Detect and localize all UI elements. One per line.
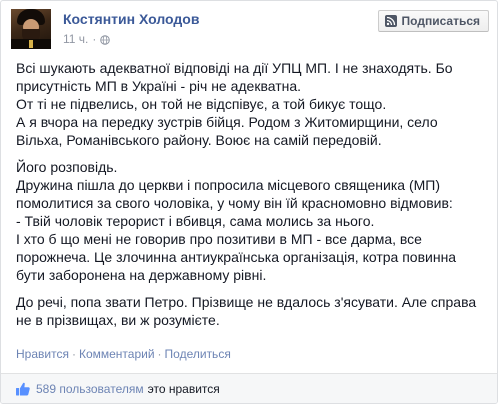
likes-summary: 589 пользователям это нравится bbox=[1, 373, 497, 403]
subscribe-button[interactable]: Подписаться bbox=[377, 10, 489, 32]
action-separator: · bbox=[71, 347, 76, 361]
post-paragraph-3: До речі, попа звати Петро. Прізвище не в… bbox=[16, 293, 486, 329]
post-text: Всі шукають адекватної відповіді на дії … bbox=[16, 59, 486, 338]
post-line: Всі шукають адекватної відповіді на дії … bbox=[16, 60, 453, 76]
subscribe-label: Подписаться bbox=[401, 14, 480, 28]
post-line: А я вчора на передку зустрів бійця. Родо… bbox=[16, 114, 438, 130]
post-line: От ті не підвелись, он той не відспівує,… bbox=[16, 96, 387, 112]
post-paragraph-1: Всі шукають адекватної відповіді на дії … bbox=[16, 59, 486, 149]
share-link[interactable]: Поделиться bbox=[165, 347, 231, 361]
globe-icon[interactable] bbox=[100, 34, 111, 45]
post-line: присутність МП в Україні - річ не адеква… bbox=[16, 78, 302, 94]
thumbs-up-icon bbox=[15, 381, 31, 397]
post-line: - Твій чоловік терорист і вбивця, сама м… bbox=[16, 213, 375, 229]
comment-link[interactable]: Комментарий bbox=[79, 347, 155, 361]
post-line: І хто б що мені не говорив про позитиви … bbox=[16, 231, 422, 247]
action-separator: · bbox=[157, 347, 162, 361]
post-header: Костянтин Холодов 11 ч. · Подписаться bbox=[9, 7, 489, 51]
post-card: Костянтин Холодов 11 ч. · Подписаться Вс… bbox=[0, 0, 498, 404]
meta-separator: · bbox=[92, 32, 97, 46]
post-line: Вільха, Романівського району. Воює на са… bbox=[16, 132, 382, 148]
post-line: не в прізвищах, ви ж розумієте. bbox=[16, 312, 220, 328]
post-line: помолитися за свого чоловіка, у чому він… bbox=[16, 195, 453, 211]
post-line: Дружина пішла до церкви і попросила місц… bbox=[16, 177, 441, 193]
likes-count[interactable]: 589 пользователям bbox=[36, 382, 144, 396]
rss-icon bbox=[384, 15, 397, 27]
post-line: бути заборонена на державному рівні. bbox=[16, 267, 267, 283]
likes-suffix: это нравится bbox=[147, 381, 220, 396]
author-avatar[interactable] bbox=[11, 9, 51, 49]
post-paragraph-2: Його розповідь. Дружина пішла до церкви … bbox=[16, 158, 486, 284]
post-time[interactable]: 11 ч. bbox=[63, 32, 88, 46]
avatar-cross bbox=[29, 40, 33, 48]
post-meta: 11 ч. · bbox=[63, 32, 111, 46]
post-actions: Нравится · Комментарий · Поделиться bbox=[16, 347, 231, 361]
like-link[interactable]: Нравится bbox=[16, 347, 69, 361]
post-line: Його розповідь. bbox=[16, 159, 118, 175]
author-name[interactable]: Костянтин Холодов bbox=[63, 11, 199, 27]
post-line: До речі, попа звати Петро. Прізвище не в… bbox=[16, 294, 477, 310]
post-line: порожнеча. Це злочинна антиукраїнська ор… bbox=[16, 249, 457, 265]
